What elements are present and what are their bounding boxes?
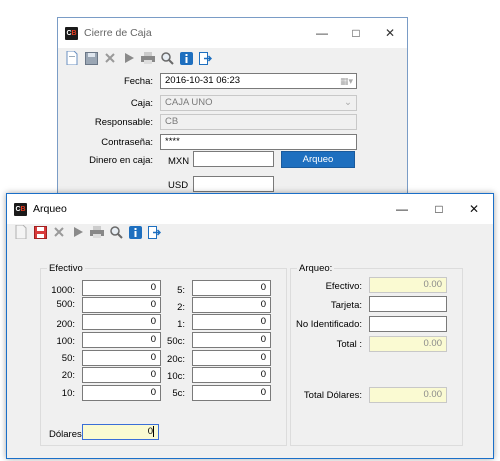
bill-label: 100: xyxy=(56,336,76,347)
new-icon[interactable] xyxy=(13,224,29,240)
toolbar xyxy=(13,222,162,242)
coin-label: 5c: xyxy=(172,388,185,399)
toolbar xyxy=(64,48,213,68)
text-cursor xyxy=(153,426,154,437)
caja-label: Caja: xyxy=(130,98,153,109)
arqueo-group-title: Arqueo: xyxy=(297,263,335,274)
info-icon[interactable] xyxy=(178,50,194,66)
coin-label: 20c: xyxy=(167,354,185,365)
usd-input[interactable] xyxy=(193,176,274,192)
no-identificado-label: No Identificado: xyxy=(295,319,362,330)
bill-label: 500: xyxy=(56,299,76,310)
window-title: Arqueo xyxy=(33,203,67,215)
mxn-input[interactable] xyxy=(193,151,274,167)
bill-label: 50: xyxy=(61,353,75,364)
title-bar: CB Cierre de Caja — □ ✕ xyxy=(58,18,407,48)
save-icon[interactable] xyxy=(83,50,99,66)
delete-icon[interactable] xyxy=(102,50,118,66)
bill-500-input[interactable]: 0 xyxy=(82,297,161,313)
bill-200-input[interactable]: 0 xyxy=(82,314,161,330)
responsable-field: CB xyxy=(160,114,357,130)
exit-icon[interactable] xyxy=(146,224,162,240)
cierre-de-caja-window: CB Cierre de Caja — □ ✕ Fecha: 2016-10-3… xyxy=(57,17,408,207)
bill-50-input[interactable]: 0 xyxy=(82,350,161,366)
search-icon[interactable] xyxy=(108,224,124,240)
coin-5-input[interactable]: 0 xyxy=(192,280,271,296)
total-label: Total : xyxy=(336,339,362,350)
arqueo-group: Arqueo: xyxy=(290,263,463,446)
coin-2-input[interactable]: 0 xyxy=(192,297,271,313)
print-icon[interactable] xyxy=(89,224,105,240)
play-icon[interactable] xyxy=(121,50,137,66)
save-icon[interactable] xyxy=(32,224,48,240)
coin-1-input[interactable]: 0 xyxy=(192,314,271,330)
coin-5c-input[interactable]: 0 xyxy=(192,385,271,401)
arqueo-window: CB Arqueo — □ ✕ Efectivo 1000: 0 500: 0 … xyxy=(6,193,494,459)
chevron-down-icon: ⌄ xyxy=(344,97,352,108)
usd-label: USD xyxy=(168,180,189,191)
tarjeta-input[interactable] xyxy=(369,296,447,312)
responsable-label: Responsable: xyxy=(94,117,153,128)
minimize-button[interactable]: — xyxy=(385,194,419,224)
total-dolares-field: 0.00 xyxy=(369,387,447,403)
window-title: Cierre de Caja xyxy=(84,27,152,39)
app-logo-icon: CB xyxy=(65,26,78,40)
coin-50c-input[interactable]: 0 xyxy=(192,332,271,348)
bill-20-input[interactable]: 0 xyxy=(82,367,161,383)
maximize-button[interactable]: □ xyxy=(422,194,456,224)
exit-icon[interactable] xyxy=(197,50,213,66)
caja-value: CAJA UNO xyxy=(165,97,213,108)
coin-label: 10c: xyxy=(167,371,185,382)
dinero-label: Dinero en caja: xyxy=(89,155,153,166)
bill-10-input[interactable]: 0 xyxy=(82,385,161,401)
dolares-label: Dólares xyxy=(49,429,82,440)
bill-label: 200: xyxy=(56,319,76,330)
print-icon[interactable] xyxy=(140,50,156,66)
bill-1000-input[interactable]: 0 xyxy=(82,280,161,296)
caja-select[interactable]: CAJA UNO ⌄ xyxy=(160,95,357,111)
no-identificado-input[interactable] xyxy=(369,316,447,332)
bill-label: 20: xyxy=(61,370,75,381)
play-icon[interactable] xyxy=(70,224,86,240)
coin-label: 50c: xyxy=(167,336,185,347)
delete-icon[interactable] xyxy=(51,224,67,240)
coin-label: 1: xyxy=(177,319,185,330)
fecha-datepicker[interactable]: 2016-10-31 06:23 ▦▾ xyxy=(160,73,357,89)
contrasena-label: Contraseña: xyxy=(101,137,153,148)
title-bar: CB Arqueo — □ ✕ xyxy=(7,194,493,224)
tarjeta-label: Tarjeta: xyxy=(330,300,362,311)
coin-20c-input[interactable]: 0 xyxy=(192,350,271,366)
calendar-dropdown-icon[interactable]: ▦▾ xyxy=(340,74,353,88)
mxn-label: MXN xyxy=(168,156,190,167)
arqueo-button[interactable]: Arqueo xyxy=(281,151,355,168)
efectivo-total-field: 0.00 xyxy=(369,277,447,293)
dolares-input[interactable]: 0 xyxy=(82,424,159,440)
bill-label: 10: xyxy=(61,388,75,399)
close-button[interactable]: ✕ xyxy=(457,194,491,224)
total-field: 0.00 xyxy=(369,336,447,352)
efectivo-group-title: Efectivo xyxy=(47,263,85,274)
total-dolares-label: Total Dólares: xyxy=(303,390,362,401)
maximize-button[interactable]: □ xyxy=(339,18,373,48)
coin-10c-input[interactable]: 0 xyxy=(192,367,271,383)
close-button[interactable]: ✕ xyxy=(373,18,407,48)
info-icon[interactable] xyxy=(127,224,143,240)
app-logo-icon: CB xyxy=(14,202,27,216)
bill-label: 1000: xyxy=(51,285,75,296)
efectivo-total-label: Efectivo: xyxy=(325,281,362,292)
fecha-label: Fecha: xyxy=(123,76,153,87)
fecha-value: 2016-10-31 06:23 xyxy=(165,75,241,86)
coin-label: 2: xyxy=(177,302,185,313)
search-icon[interactable] xyxy=(159,50,175,66)
coin-label: 5: xyxy=(177,285,185,296)
new-icon[interactable] xyxy=(64,50,80,66)
password-field[interactable]: **** xyxy=(160,134,357,150)
bill-100-input[interactable]: 0 xyxy=(82,332,161,348)
minimize-button[interactable]: — xyxy=(305,18,339,48)
